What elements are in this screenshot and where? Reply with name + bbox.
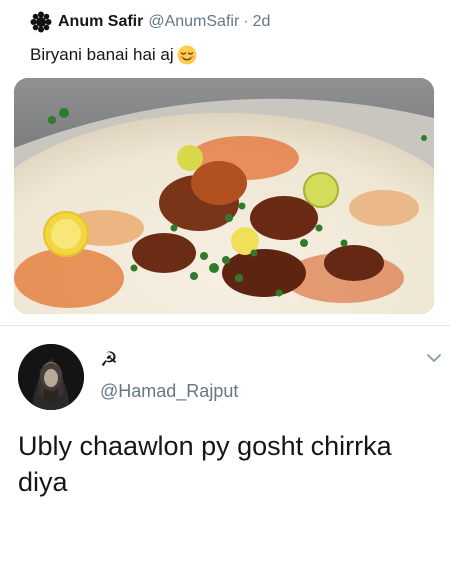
quoted-author-avatar[interactable] xyxy=(30,11,52,33)
quoted-author-name[interactable]: Anum Safir xyxy=(58,13,143,31)
quoted-timestamp[interactable]: 2d xyxy=(253,13,271,31)
quoted-tweet-text-row: Biryani banai hai aj xyxy=(30,45,197,65)
separator-dot: · xyxy=(243,13,249,30)
quoted-author-handle[interactable]: @AnumSafir xyxy=(148,13,239,31)
quoted-tweet-header: Anum Safir @AnumSafir · 2d xyxy=(30,10,270,34)
quoted-tweet-text: Biryani banai hai aj xyxy=(30,45,174,64)
quoted-tweet[interactable]: Anum Safir @AnumSafir · 2d Biryani banai… xyxy=(0,0,450,326)
reply-author-avatar[interactable] xyxy=(18,344,84,410)
reply-author-handle[interactable]: @Hamad_Rajput xyxy=(100,381,238,402)
reply-author-name[interactable]: ☭ xyxy=(100,347,118,372)
chevron-down-icon[interactable] xyxy=(424,350,444,366)
reply-text: Ubly chaawlon py gosht chirrka diya xyxy=(18,431,392,497)
relieved-face-emoji xyxy=(177,45,197,65)
biryani-photo[interactable] xyxy=(14,78,434,314)
